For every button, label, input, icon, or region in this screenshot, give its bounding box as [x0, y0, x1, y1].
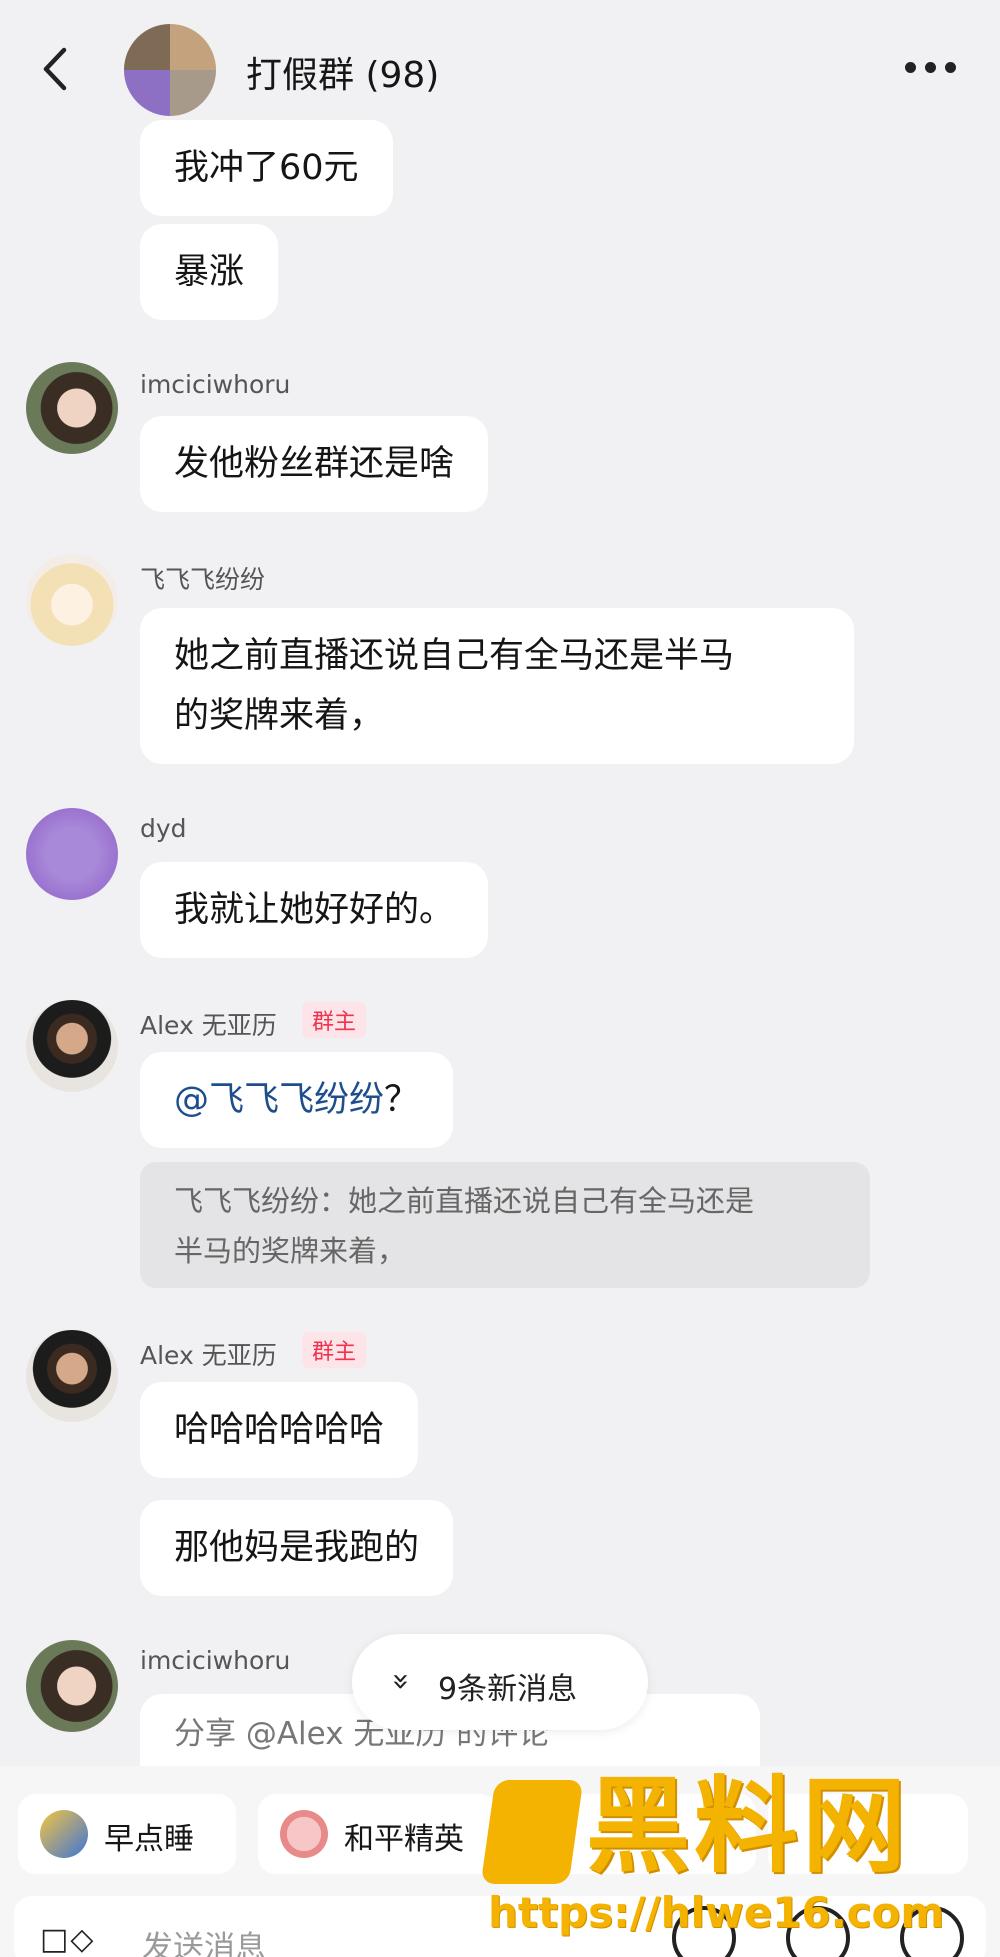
- apps-icon[interactable]: □◇: [40, 1922, 95, 1957]
- message-bubble[interactable]: 那他妈是我跑的: [140, 1500, 454, 1596]
- chat-header: 打假群 (98): [0, 0, 1000, 132]
- more-options-icon[interactable]: [905, 58, 965, 78]
- message-bubble[interactable]: 我冲了60元: [140, 120, 393, 216]
- sender-name: 飞飞飞纷纷: [140, 565, 266, 594]
- group-avatar[interactable]: [124, 24, 216, 116]
- watermark-brand: 黑料网: [586, 1765, 911, 1887]
- message-bubble[interactable]: @飞飞飞纷纷？: [140, 1052, 454, 1148]
- back-icon[interactable]: [36, 44, 76, 94]
- mention-link[interactable]: @飞飞飞纷纷: [174, 1080, 384, 1120]
- avatar[interactable]: [26, 1000, 118, 1092]
- watermark-url: https://hlwe16.com: [488, 1888, 945, 1937]
- avatar[interactable]: [26, 1330, 118, 1422]
- quote-line: 半马的奖牌来着，: [174, 1234, 407, 1268]
- avatar[interactable]: [26, 554, 118, 646]
- message-bubble[interactable]: 我就让她好好的。: [140, 862, 489, 958]
- owner-badge: 群主: [302, 1332, 367, 1368]
- message-text: ？: [384, 1080, 420, 1120]
- quick-chip[interactable]: 和平精英: [258, 1794, 498, 1874]
- sender-name: Alex 无亚历: [140, 1011, 277, 1040]
- chat-title[interactable]: 打假群 (98): [246, 46, 439, 98]
- quick-chip[interactable]: 早点睡: [18, 1794, 236, 1874]
- avatar[interactable]: [26, 808, 118, 900]
- chip-label: 和平精英: [344, 1822, 464, 1857]
- sender-name: imciciwhoru: [140, 1646, 291, 1675]
- sender-name: imciciwhoru: [140, 370, 291, 399]
- quoted-message[interactable]: 飞飞飞纷纷：她之前直播还说自己有全马还是 半马的奖牌来着，: [140, 1162, 870, 1288]
- moon-icon: [40, 1810, 88, 1858]
- message-bubble[interactable]: 发他粉丝群还是啥: [140, 416, 489, 512]
- avatar[interactable]: [26, 1640, 118, 1732]
- message-bubble[interactable]: 她之前直播还说自己有全马还是半马 的奖牌来着，: [140, 608, 854, 764]
- message-input[interactable]: 发送消息: [142, 1922, 266, 1957]
- message-bubble[interactable]: 暴涨: [140, 224, 279, 320]
- sender-name: dyd: [140, 814, 187, 843]
- new-messages-button[interactable]: » 9条新消息: [352, 1634, 648, 1730]
- message-line: 她之前直播还说自己有全马还是半马: [174, 636, 735, 676]
- new-messages-label: 9条新消息: [438, 1672, 578, 1707]
- avatar[interactable]: [26, 362, 118, 454]
- message-line: 的奖牌来着，: [174, 696, 385, 736]
- sender-name: Alex 无亚历: [140, 1341, 277, 1370]
- chevron-down-icon: »: [383, 1672, 419, 1691]
- message-bubble[interactable]: 哈哈哈哈哈哈: [140, 1382, 419, 1478]
- owner-badge: 群主: [302, 1002, 367, 1038]
- quote-line: 飞飞飞纷纷：她之前直播还说自己有全马还是: [174, 1184, 755, 1218]
- game-icon: [280, 1810, 328, 1858]
- chip-label: 早点睡: [104, 1822, 194, 1857]
- watermark-logo-icon: [480, 1780, 584, 1884]
